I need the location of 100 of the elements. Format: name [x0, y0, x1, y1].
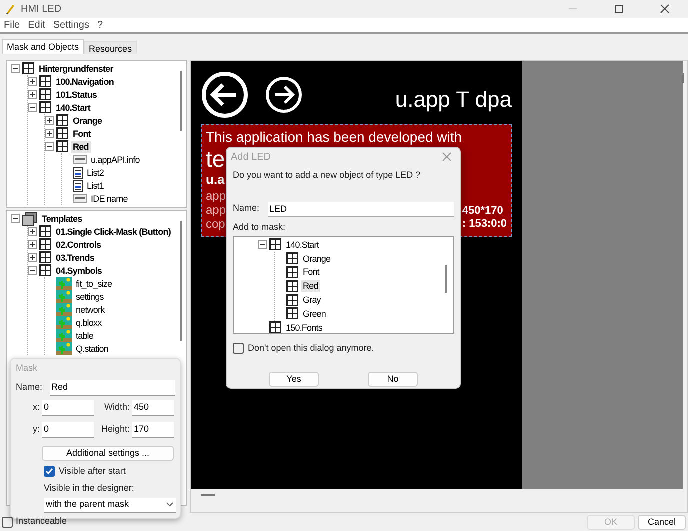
field-label: x:	[32, 400, 40, 414]
tree-item[interactable]: settings	[74, 290, 106, 302]
tree-item[interactable]: 04.Symbols	[54, 264, 104, 276]
dialog-button[interactable]: Cancel	[638, 514, 686, 530]
tree-item[interactable]: Gray	[301, 294, 323, 306]
field-label: Height:	[100, 422, 130, 436]
name-field[interactable]: Red	[50, 380, 175, 396]
tree-item[interactable]: Font	[71, 128, 93, 140]
tab[interactable]: Mask and Objects	[2, 39, 84, 54]
tree-item[interactable]: Orange	[71, 114, 104, 126]
checkbox-label: Don't open this dialog anymore.	[248, 342, 374, 355]
name-field[interactable]: LED	[268, 202, 454, 216]
scrollbar-thumb[interactable]	[201, 494, 215, 496]
panel-title: Mask	[16, 362, 39, 375]
dropdown[interactable]: with the parent mask	[44, 498, 176, 512]
tree-item[interactable]: Font	[301, 266, 322, 278]
mask-text: te	[206, 147, 226, 171]
number-field[interactable]: 170	[132, 422, 174, 438]
tree-item[interactable]: table	[74, 330, 96, 342]
menu-item[interactable]: Settings	[49, 18, 94, 32]
scrollbar-thumb[interactable]	[180, 71, 182, 131]
menu-item[interactable]: Edit	[24, 18, 50, 32]
tree-item[interactable]: Orange	[301, 252, 333, 265]
mask-text: This application has been developed with	[206, 128, 462, 147]
expand-icon[interactable]	[28, 90, 37, 99]
grid-icon	[39, 251, 52, 264]
expand-icon[interactable]	[28, 77, 37, 86]
tree-item[interactable]: Green	[301, 308, 328, 320]
expand-icon[interactable]	[28, 240, 37, 249]
checkbox-label: Visible after start	[59, 464, 126, 478]
screen-title: u.app T dpa	[395, 86, 512, 114]
dropdown-value: with the parent mask	[46, 498, 130, 511]
tree-item[interactable]: IDE name	[89, 192, 130, 204]
collapse-icon[interactable]	[258, 240, 267, 250]
tree-item[interactable]: 01.Single Click-Mask (Button)	[54, 226, 173, 238]
dialog-button[interactable]: No	[368, 372, 418, 386]
pencil-icon	[5, 4, 15, 14]
checkbox[interactable]	[2, 516, 13, 528]
expand-icon[interactable]	[28, 253, 37, 262]
checkbox[interactable]	[233, 343, 244, 354]
window-title: HMI LED	[21, 2, 62, 16]
field-label: Name:	[233, 202, 260, 216]
collapse-icon[interactable]	[11, 64, 20, 73]
grid-icon	[39, 238, 52, 251]
mask-text: app	[206, 203, 226, 217]
number-field[interactable]: 450	[132, 400, 174, 416]
mask-text: cop	[206, 217, 226, 231]
tree-item[interactable]: Templates	[40, 212, 84, 224]
dialog-button[interactable]: Yes	[269, 372, 319, 386]
expand-icon[interactable]	[28, 227, 37, 236]
scrollbar-thumb[interactable]	[180, 221, 182, 341]
grid-icon	[286, 266, 299, 279]
grid-icon	[39, 264, 52, 277]
tree-item[interactable]: Red	[301, 280, 320, 292]
checkbox-label: Instanceable	[16, 515, 68, 528]
additional-settings-button[interactable]: Additional settings ...	[42, 446, 174, 460]
menu-item[interactable]: ?	[94, 18, 108, 32]
tree-item[interactable]: 100.Navigation	[54, 76, 116, 88]
tree-item[interactable]: 140.Start	[54, 102, 92, 114]
tree-item[interactable]: 02.Controls	[54, 238, 104, 250]
tree-item[interactable]: 03.Trends	[54, 252, 96, 264]
grid-icon	[286, 252, 299, 266]
tree-item[interactable]: q.bloxx	[74, 316, 104, 328]
tree-item[interactable]: 101.Status	[54, 88, 100, 100]
grid-icon	[286, 280, 299, 293]
tree-item[interactable]: u.appAPI.info	[89, 154, 142, 166]
tree-item[interactable]: network	[74, 304, 107, 316]
collapse-icon[interactable]	[28, 103, 37, 112]
grid-icon	[39, 225, 52, 238]
tree-item[interactable]: List2	[85, 166, 106, 178]
expand-icon[interactable]	[45, 129, 54, 138]
collapse-icon[interactable]	[11, 214, 20, 223]
tree-item[interactable]: 140.Start	[284, 238, 321, 251]
maximize-icon	[612, 4, 626, 14]
tree-item[interactable]: Hintergrundfenster	[37, 62, 116, 74]
field-label: Name:	[16, 380, 43, 394]
dialog-message: Do you want to add a new object of type LED ?	[233, 169, 422, 182]
collapse-icon[interactable]	[45, 142, 54, 151]
checkbox[interactable]	[44, 466, 55, 477]
tree-item[interactable]: List1	[85, 180, 106, 192]
cactus-icon	[56, 277, 72, 290]
tree-item[interactable]: 150.Fonts	[284, 322, 324, 333]
cactus-icon	[56, 303, 72, 316]
grid-icon	[286, 294, 299, 307]
list-icon	[73, 180, 83, 192]
tree-item[interactable]: Q.station	[74, 342, 110, 354]
menu-item[interactable]: File	[0, 18, 24, 32]
scrollbar-thumb[interactable]	[445, 265, 447, 293]
tab[interactable]: Resources	[84, 41, 138, 54]
cactus-icon	[56, 290, 72, 303]
cactus-icon	[56, 329, 72, 342]
tree-item[interactable]: fit_to_size	[74, 278, 114, 290]
tree-item[interactable]: Red	[71, 140, 91, 152]
scrollbar-thumb[interactable]	[682, 73, 684, 83]
number-field[interactable]: 0	[42, 422, 94, 438]
expand-icon[interactable]	[45, 116, 54, 125]
number-field[interactable]: 0	[42, 400, 94, 416]
collapse-icon[interactable]	[28, 266, 37, 275]
mask-info-text: 450*170	[462, 205, 504, 218]
chevron-down-icon	[166, 502, 174, 507]
